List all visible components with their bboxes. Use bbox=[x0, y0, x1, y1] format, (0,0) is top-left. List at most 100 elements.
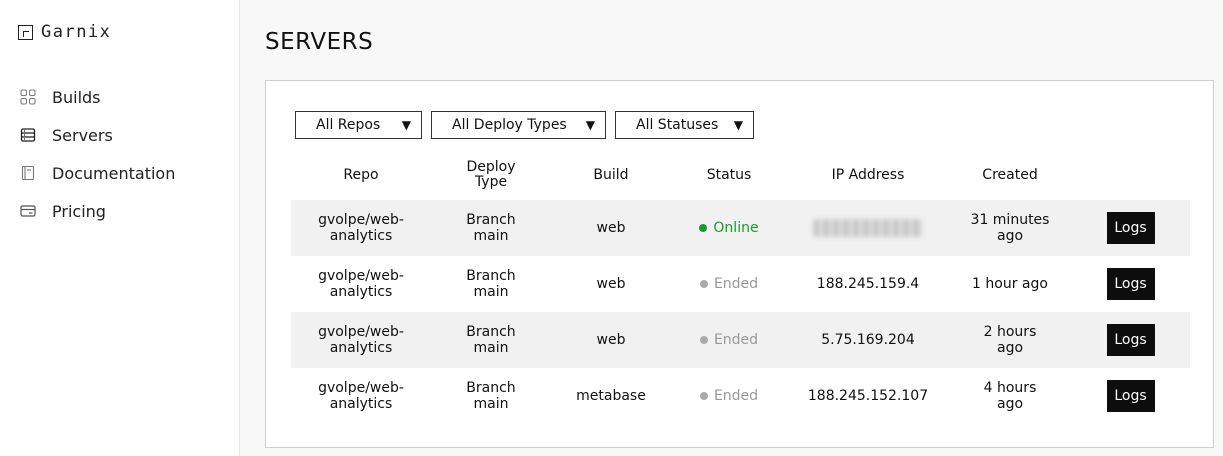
cell-ip-address: 5.75.169.204 bbox=[821, 332, 915, 348]
cell-deploy-type: Branch main bbox=[431, 380, 551, 412]
filter-label: All Repos bbox=[316, 117, 381, 133]
deploy-type-value: Branch main bbox=[466, 324, 516, 356]
header-ip-address: IP Address bbox=[831, 166, 905, 183]
cell-status: Ended bbox=[671, 332, 787, 348]
header-deploy-type: Deploy Type bbox=[431, 153, 551, 197]
filter-bar: All Repos ▼ All Deploy Types ▼ All Statu… bbox=[295, 111, 763, 139]
sidebar-nav: Builds Servers Documentation Pricing bbox=[20, 78, 175, 230]
main-content: SERVERS All Repos ▼ All Deploy Types ▼ A… bbox=[241, 0, 1223, 456]
table-row: gvolpe/web-analytics Branch main web End… bbox=[291, 256, 1190, 312]
status-text: Online bbox=[713, 220, 759, 236]
logs-button[interactable]: Logs bbox=[1106, 324, 1155, 356]
server-icon bbox=[20, 127, 36, 143]
repo-name: gvolpe/web-analytics bbox=[318, 212, 404, 244]
redacted-ip bbox=[813, 219, 923, 237]
status-text: Ended bbox=[713, 332, 759, 348]
created-value: 4 hours ago bbox=[983, 380, 1037, 412]
cell-deploy-type: Branch main bbox=[431, 268, 551, 300]
table-row: gvolpe/web-analytics Branch main web Onl… bbox=[291, 200, 1190, 256]
table-row: gvolpe/web-analytics Branch main metabas… bbox=[291, 368, 1190, 424]
table-header: Repo Deploy Type Build Status IP Address… bbox=[291, 153, 1190, 197]
repo-name: gvolpe/web-analytics bbox=[318, 268, 404, 300]
deploy-type-filter-select[interactable]: All Deploy Types ▼ bbox=[431, 111, 606, 139]
brand-logo[interactable]: Garnix bbox=[18, 22, 111, 42]
cell-build: metabase bbox=[576, 388, 646, 404]
header-build: Build bbox=[593, 166, 629, 183]
cell-build: web bbox=[596, 220, 626, 236]
book-icon bbox=[20, 165, 36, 181]
credit-card-icon bbox=[20, 203, 36, 219]
repo-name: gvolpe/web-analytics bbox=[318, 380, 404, 412]
logs-button[interactable]: Logs bbox=[1106, 380, 1155, 412]
status-badge: Ended bbox=[699, 276, 759, 292]
table-row: gvolpe/web-analytics Branch main web End… bbox=[291, 312, 1190, 368]
page-title: SERVERS bbox=[265, 29, 374, 55]
cell-created: 31 minutes ago bbox=[949, 212, 1071, 244]
sidebar-item-label: Documentation bbox=[52, 163, 176, 183]
sidebar-item-label: Servers bbox=[52, 125, 113, 145]
logs-button[interactable]: Logs bbox=[1106, 268, 1155, 300]
deploy-type-value: Branch main bbox=[466, 268, 516, 300]
cell-status: Ended bbox=[671, 388, 787, 404]
filter-label: All Statuses bbox=[636, 117, 719, 133]
cell-deploy-type: Branch main bbox=[431, 212, 551, 244]
filter-label: All Deploy Types bbox=[452, 117, 567, 133]
cell-actions: Logs bbox=[1071, 324, 1190, 356]
sidebar-item-documentation[interactable]: Documentation bbox=[20, 154, 175, 192]
sidebar-item-servers[interactable]: Servers bbox=[20, 116, 175, 154]
logo-icon bbox=[18, 24, 33, 40]
caret-down-icon: ▼ bbox=[585, 118, 595, 132]
cell-repo: gvolpe/web-analytics bbox=[291, 268, 431, 300]
status-badge: Ended bbox=[699, 388, 759, 404]
caret-down-icon: ▼ bbox=[733, 118, 743, 132]
cell-created: 4 hours ago bbox=[949, 380, 1071, 412]
grid-icon bbox=[20, 89, 36, 105]
cell-ip-address: 188.245.152.107 bbox=[807, 388, 929, 404]
deploy-type-value: Branch main bbox=[466, 212, 516, 244]
table-body: gvolpe/web-analytics Branch main web Onl… bbox=[291, 200, 1190, 424]
header-status: Status bbox=[706, 166, 752, 183]
sidebar-item-builds[interactable]: Builds bbox=[20, 78, 175, 116]
status-filter-select[interactable]: All Statuses ▼ bbox=[615, 111, 754, 139]
header-actions bbox=[1071, 153, 1190, 197]
status-dot-icon bbox=[699, 280, 708, 288]
header-created: Created bbox=[982, 166, 1038, 183]
created-value: 31 minutes ago bbox=[970, 212, 1050, 244]
sidebar-item-pricing[interactable]: Pricing bbox=[20, 192, 175, 230]
deploy-type-value: Branch main bbox=[466, 380, 516, 412]
sidebar: Garnix Builds Servers Documentation Pric… bbox=[0, 0, 240, 456]
status-badge: Ended bbox=[699, 332, 759, 348]
header-deploy-type-label: Deploy Type bbox=[466, 159, 516, 190]
sidebar-item-label: Builds bbox=[52, 87, 101, 107]
sidebar-item-label: Pricing bbox=[52, 201, 106, 221]
status-dot-icon bbox=[699, 392, 708, 400]
repo-name: gvolpe/web-analytics bbox=[318, 324, 404, 356]
cell-repo: gvolpe/web-analytics bbox=[291, 380, 431, 412]
servers-panel: All Repos ▼ All Deploy Types ▼ All Statu… bbox=[265, 80, 1214, 448]
cell-actions: Logs bbox=[1071, 268, 1190, 300]
cell-build: web bbox=[596, 332, 626, 348]
cell-repo: gvolpe/web-analytics bbox=[291, 212, 431, 244]
repo-filter-select[interactable]: All Repos ▼ bbox=[295, 111, 422, 139]
status-dot-icon bbox=[699, 224, 708, 232]
caret-down-icon: ▼ bbox=[401, 118, 411, 132]
created-value: 2 hours ago bbox=[983, 324, 1037, 356]
status-text: Ended bbox=[713, 276, 759, 292]
cell-created: 1 hour ago bbox=[972, 276, 1048, 292]
cell-status: Ended bbox=[671, 276, 787, 292]
cell-ip-address: 188.245.159.4 bbox=[816, 276, 920, 292]
cell-created: 2 hours ago bbox=[949, 324, 1071, 356]
cell-actions: Logs bbox=[1071, 380, 1190, 412]
cell-ip-address bbox=[787, 219, 949, 237]
cell-build: web bbox=[596, 276, 626, 292]
cell-repo: gvolpe/web-analytics bbox=[291, 324, 431, 356]
cell-deploy-type: Branch main bbox=[431, 324, 551, 356]
header-repo: Repo bbox=[343, 166, 379, 183]
status-text: Ended bbox=[713, 388, 759, 404]
status-dot-icon bbox=[699, 336, 708, 344]
cell-status: Online bbox=[671, 220, 787, 236]
brand-name: Garnix bbox=[41, 22, 112, 42]
cell-actions: Logs bbox=[1071, 212, 1190, 244]
status-badge: Online bbox=[699, 220, 759, 236]
logs-button[interactable]: Logs bbox=[1106, 212, 1155, 244]
